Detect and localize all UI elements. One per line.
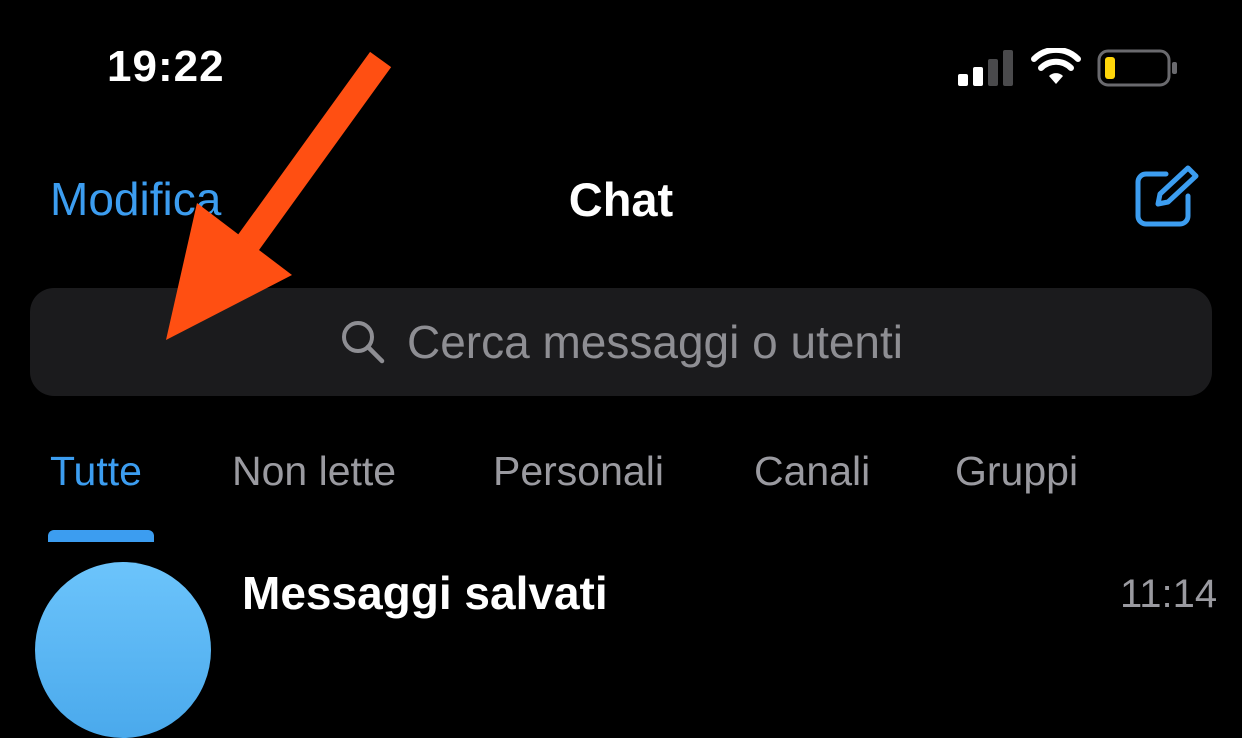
avatar[interactable] bbox=[35, 562, 211, 738]
battery-icon bbox=[1097, 49, 1177, 87]
tab-channels[interactable]: Canali bbox=[754, 448, 870, 495]
search-input[interactable]: Cerca messaggi o utenti bbox=[30, 288, 1212, 396]
search-placeholder: Cerca messaggi o utenti bbox=[406, 316, 904, 368]
chat-name[interactable]: Messaggi salvati bbox=[242, 566, 608, 620]
compose-icon[interactable] bbox=[1132, 164, 1200, 228]
page-title: Chat bbox=[568, 173, 674, 226]
tab-all[interactable]: Tutte bbox=[50, 448, 142, 495]
search-content: Cerca messaggi o utenti bbox=[30, 288, 1212, 396]
tab-unread[interactable]: Non lette bbox=[232, 448, 396, 495]
tab-personal[interactable]: Personali bbox=[493, 448, 664, 495]
chat-time: 11:14 bbox=[1120, 572, 1218, 616]
signal-icon bbox=[958, 50, 1013, 86]
status-time: 19:22 bbox=[107, 42, 225, 91]
tab-active-indicator bbox=[48, 530, 154, 542]
wifi-icon bbox=[1031, 48, 1081, 84]
tab-groups[interactable]: Gruppi bbox=[955, 448, 1078, 495]
search-icon bbox=[341, 321, 385, 364]
